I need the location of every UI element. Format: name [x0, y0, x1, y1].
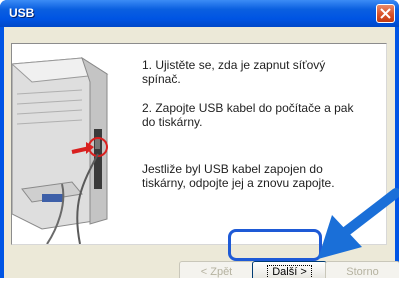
window-title: USB [9, 6, 35, 20]
instruction-step-1: 1. Ujistěte se, zda je zapnut síťový spí… [142, 58, 326, 86]
bottom-margin [0, 278, 399, 293]
close-icon [380, 8, 391, 19]
next-button-label: Další > [267, 265, 312, 279]
printer-usb-illustration [12, 56, 109, 244]
pointer-arrow-icon [318, 188, 399, 259]
next-button-highlight [228, 229, 322, 261]
close-button[interactable] [376, 4, 395, 23]
title-bar[interactable]: USB [0, 0, 399, 27]
instruction-step-2: 2. Zapojte USB kabel do počítače a pak d… [142, 101, 354, 129]
